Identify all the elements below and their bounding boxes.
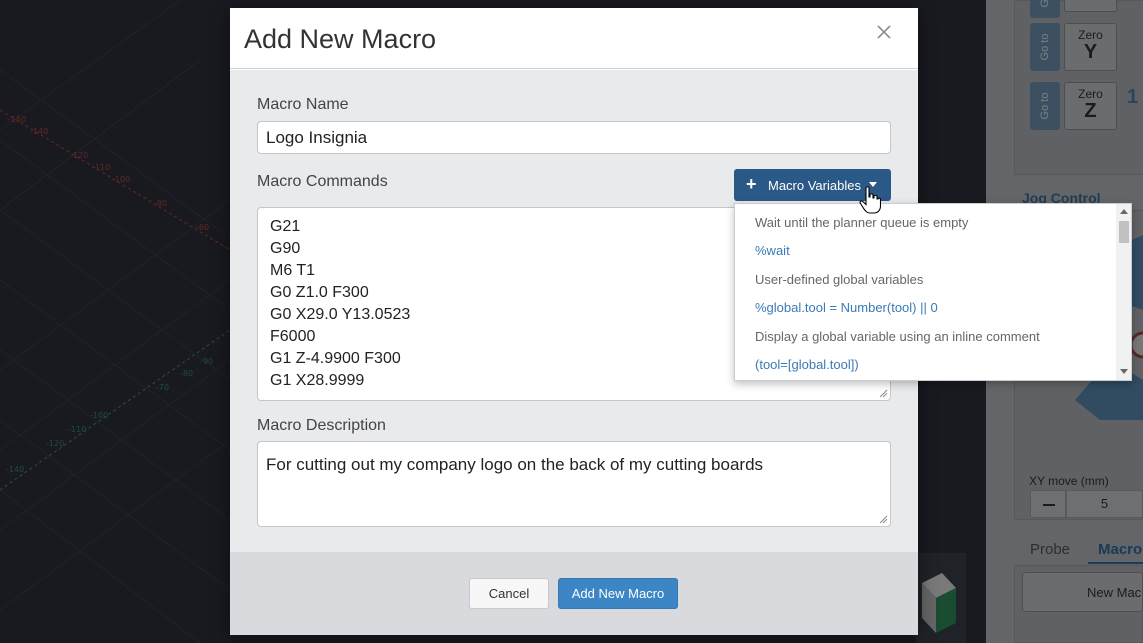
dropdown-header: Display a global variable using an inlin… bbox=[755, 329, 1040, 344]
macro-variables-label: Macro Variables bbox=[768, 178, 861, 193]
modal-header: Add New Macro bbox=[230, 8, 918, 69]
plus-icon: + bbox=[746, 174, 757, 194]
dropdown-header: Wait until the planner queue is empty bbox=[755, 215, 969, 230]
macro-name-label: Macro Name bbox=[257, 96, 349, 113]
macro-description-textarea[interactable]: For cutting out my company logo on the b… bbox=[257, 441, 891, 527]
command-line: G90 bbox=[270, 240, 301, 257]
close-icon[interactable] bbox=[872, 20, 896, 44]
command-line: G1 X28.9999 bbox=[270, 372, 365, 389]
command-line: G21 bbox=[270, 218, 301, 235]
resize-grip-icon[interactable] bbox=[879, 515, 888, 524]
hand-cursor-icon bbox=[859, 186, 881, 214]
dropdown-header: User-defined global variables bbox=[755, 272, 924, 287]
cancel-button[interactable]: Cancel bbox=[469, 578, 549, 609]
commands-content: G21 G90 M6 T1 G0 Z1.0 F300 G0 X29.0 Y13.… bbox=[270, 216, 410, 392]
description-content: For cutting out my company logo on the b… bbox=[266, 455, 764, 474]
modal-title: Add New Macro bbox=[244, 24, 437, 54]
scrollbar-thumb[interactable] bbox=[1119, 221, 1129, 243]
command-line: G1 Z-4.9900 F300 bbox=[270, 350, 401, 367]
command-line: G0 Z1.0 F300 bbox=[270, 284, 369, 301]
macro-name-input[interactable]: Logo Insignia bbox=[257, 121, 891, 154]
dropdown-scrollbar[interactable] bbox=[1116, 204, 1131, 380]
macro-commands-label: Macro Commands bbox=[257, 173, 388, 190]
macro-variables-dropdown: Wait until the planner queue is empty %w… bbox=[734, 203, 1132, 381]
scroll-up-icon[interactable] bbox=[1119, 208, 1129, 216]
command-line: M6 T1 bbox=[270, 262, 316, 279]
command-line: G0 X29.0 Y13.0523 bbox=[270, 306, 411, 323]
dropdown-item-wait[interactable]: %wait bbox=[755, 243, 790, 258]
scroll-down-icon[interactable] bbox=[1119, 367, 1129, 375]
add-new-macro-button[interactable]: Add New Macro bbox=[558, 578, 678, 609]
command-line: F6000 bbox=[270, 328, 316, 345]
resize-grip-icon[interactable] bbox=[879, 389, 888, 398]
dropdown-item-global-tool[interactable]: %global.tool = Number(tool) || 0 bbox=[755, 300, 938, 315]
dropdown-item-inline-comment[interactable]: (tool=[global.tool]) bbox=[755, 357, 859, 372]
macro-description-label: Macro Description bbox=[257, 417, 386, 434]
